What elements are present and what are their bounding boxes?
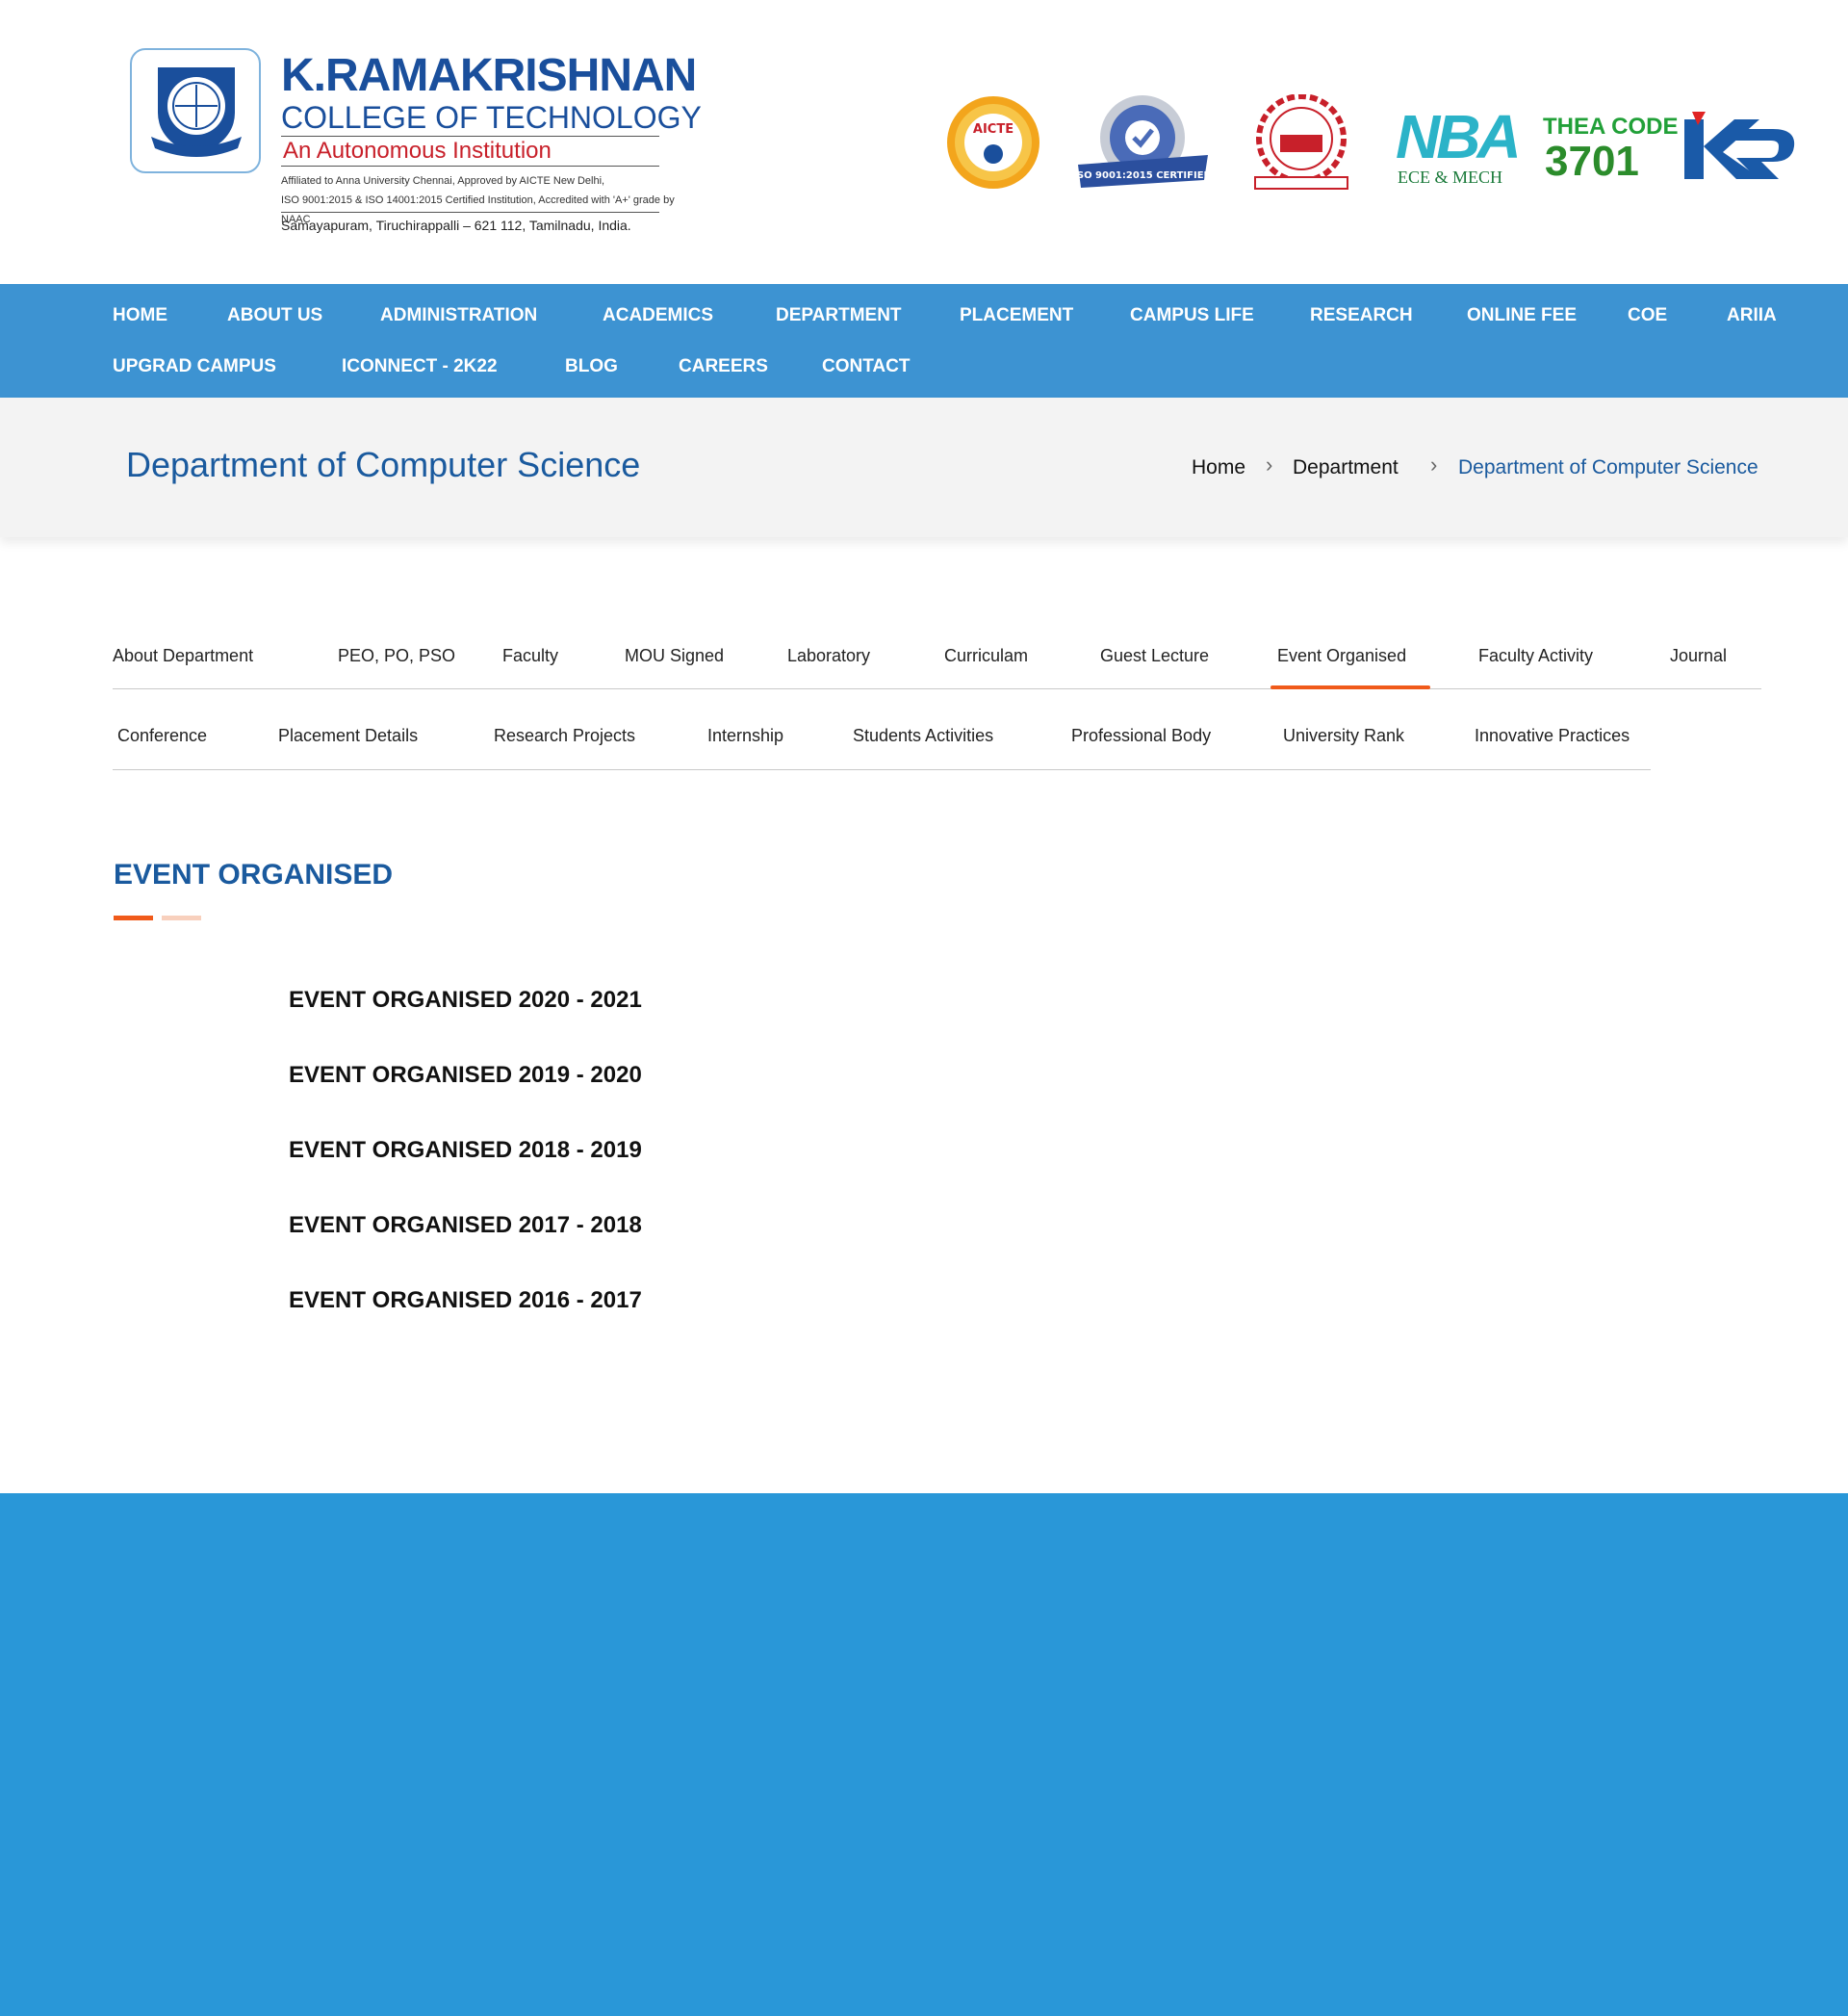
nba-logo: NBA xyxy=(1396,102,1522,171)
nav-item-campus-life[interactable]: CAMPUS LIFE xyxy=(1130,305,1254,326)
nav-item-online-fee[interactable]: ONLINE FEE xyxy=(1467,305,1577,326)
affiliation-line: Affiliated to Anna University Chennai, A… xyxy=(281,175,605,187)
nav-item-coe[interactable]: COE xyxy=(1628,305,1667,326)
breadcrumb-home[interactable]: Home xyxy=(1192,456,1245,479)
divider xyxy=(281,212,659,213)
tab-university-rank[interactable]: University Rank xyxy=(1283,726,1404,746)
event-link-2016-2017[interactable]: EVENT ORGANISED 2016 - 2017 xyxy=(289,1287,642,1314)
section-title: EVENT ORGANISED xyxy=(114,859,394,891)
nav-item-contact[interactable]: CONTACT xyxy=(822,356,910,377)
tab-event-organised[interactable]: Event Organised xyxy=(1277,646,1406,666)
site-header: K.RAMAKRISHNAN COLLEGE OF TECHNOLOGY An … xyxy=(0,0,1848,284)
college-emblem-logo[interactable] xyxy=(130,48,261,173)
tab-conference[interactable]: Conference xyxy=(117,726,207,746)
college-name: K.RAMAKRISHNAN xyxy=(281,50,697,101)
tab-row-divider xyxy=(113,688,1761,689)
college-subtitle: COLLEGE OF TECHNOLOGY xyxy=(281,100,702,135)
divider xyxy=(281,136,659,137)
nav-item-upgrad-campus[interactable]: UPGRAD CAMPUS xyxy=(113,356,276,377)
tab-peo-po-pso[interactable]: PEO, PO, PSO xyxy=(338,646,455,666)
divider xyxy=(281,166,659,167)
page-title: Department of Computer Science xyxy=(126,445,641,484)
nav-item-iconnect[interactable]: ICONNECT - 2K22 xyxy=(342,356,498,377)
thea-code-value: 3701 xyxy=(1545,138,1639,185)
tab-journal[interactable]: Journal xyxy=(1670,646,1727,666)
tab-laboratory[interactable]: Laboratory xyxy=(787,646,870,666)
event-link-2019-2020[interactable]: EVENT ORGANISED 2019 - 2020 xyxy=(289,1062,642,1089)
iso-label: ISO 9001:2015 CERTIFIED xyxy=(1073,170,1212,181)
chevron-right-icon: › xyxy=(1266,452,1273,477)
tab-professional-body[interactable]: Professional Body xyxy=(1071,726,1211,746)
thea-code-label: THEA CODE xyxy=(1543,114,1679,140)
tab-about-department[interactable]: About Department xyxy=(113,646,253,666)
active-tab-indicator xyxy=(1270,685,1430,689)
breadcrumb-current: Department of Computer Science xyxy=(1458,456,1758,478)
event-link-2017-2018[interactable]: EVENT ORGANISED 2017 - 2018 xyxy=(289,1212,642,1239)
tab-innovative-practices[interactable]: Innovative Practices xyxy=(1475,726,1630,746)
autonomous-label: An Autonomous Institution xyxy=(283,138,552,164)
nav-item-research[interactable]: RESEARCH xyxy=(1310,305,1413,326)
tab-students-activities[interactable]: Students Activities xyxy=(853,726,993,746)
aicte-label: AICTE xyxy=(973,122,1014,137)
event-link-2018-2019[interactable]: EVENT ORGANISED 2018 - 2019 xyxy=(289,1137,642,1164)
nav-item-blog[interactable]: BLOG xyxy=(565,356,618,377)
tab-row-divider xyxy=(113,769,1651,770)
aicte-badge: AICTE xyxy=(945,94,1041,191)
nav-item-careers[interactable]: CAREERS xyxy=(679,356,768,377)
site-footer xyxy=(0,1493,1848,2016)
kr-logo[interactable] xyxy=(1684,112,1798,184)
tab-research-projects[interactable]: Research Projects xyxy=(494,726,635,746)
main-navigation: HOME ABOUT US ADMINISTRATION ACADEMICS D… xyxy=(0,284,1848,398)
title-underline xyxy=(114,916,153,920)
tab-curriculam[interactable]: Curriculam xyxy=(944,646,1028,666)
nav-item-department[interactable]: DEPARTMENT xyxy=(776,305,902,326)
nav-item-administration[interactable]: ADMINISTRATION xyxy=(380,305,537,326)
nba-subtitle: ECE & MECH xyxy=(1398,168,1503,187)
title-underline-light xyxy=(162,916,201,920)
college-address: Samayapuram, Tiruchirappalli – 621 112, … xyxy=(281,218,631,233)
nav-item-home[interactable]: HOME xyxy=(113,305,167,326)
event-link-2020-2021[interactable]: EVENT ORGANISED 2020 - 2021 xyxy=(289,987,642,1014)
nav-item-ariia[interactable]: ARIIA xyxy=(1727,305,1777,326)
anna-university-badge xyxy=(1251,93,1351,193)
breadcrumb-department[interactable]: Department xyxy=(1293,456,1399,479)
tab-mou-signed[interactable]: MOU Signed xyxy=(625,646,724,666)
nav-item-placement[interactable]: PLACEMENT xyxy=(960,305,1073,326)
tab-faculty[interactable]: Faculty xyxy=(502,646,558,666)
tab-placement-details[interactable]: Placement Details xyxy=(278,726,418,746)
chevron-right-icon: › xyxy=(1430,452,1438,477)
iso-certified-badge: ISO 9001:2015 CERTIFIED xyxy=(1073,91,1213,197)
tab-faculty-activity[interactable]: Faculty Activity xyxy=(1478,646,1593,666)
tab-internship[interactable]: Internship xyxy=(707,726,783,746)
tab-guest-lecture[interactable]: Guest Lecture xyxy=(1100,646,1209,666)
nav-item-academics[interactable]: ACADEMICS xyxy=(603,305,713,326)
nav-item-about-us[interactable]: ABOUT US xyxy=(227,305,322,326)
